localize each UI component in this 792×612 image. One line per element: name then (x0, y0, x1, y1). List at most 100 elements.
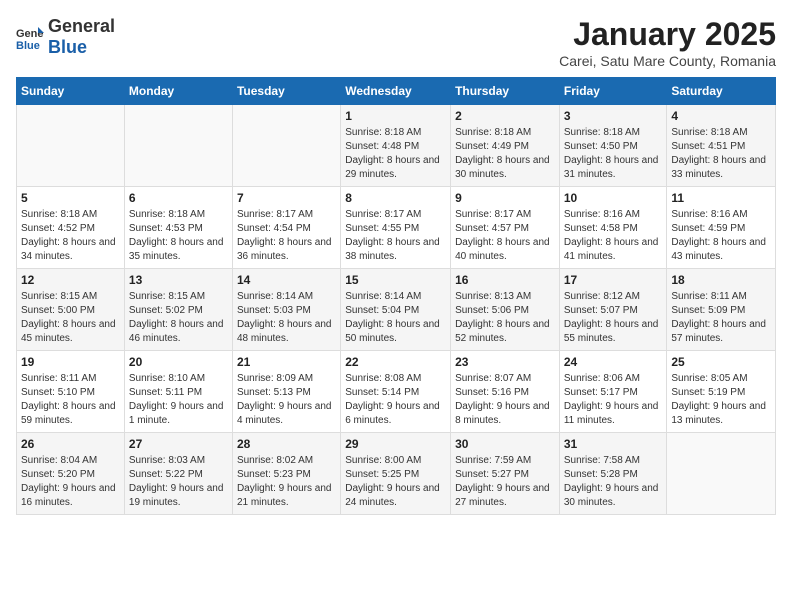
day-number: 2 (455, 109, 555, 123)
day-info: Sunrise: 8:17 AM Sunset: 4:57 PM Dayligh… (455, 208, 555, 264)
day-info: Sunrise: 8:05 AM Sunset: 5:19 PM Dayligh… (671, 372, 771, 428)
day-info: Sunrise: 8:12 AM Sunset: 5:07 PM Dayligh… (564, 290, 663, 346)
logo-blue: Blue (48, 37, 87, 57)
day-number: 30 (455, 437, 555, 451)
day-info: Sunrise: 8:18 AM Sunset: 4:53 PM Dayligh… (129, 208, 228, 264)
table-row: 25 Sunrise: 8:05 AM Sunset: 5:19 PM Dayl… (667, 351, 776, 433)
day-number: 1 (345, 109, 446, 123)
table-row: 3 Sunrise: 8:18 AM Sunset: 4:50 PM Dayli… (559, 105, 667, 187)
table-row (124, 105, 232, 187)
table-row: 23 Sunrise: 8:07 AM Sunset: 5:16 PM Dayl… (451, 351, 560, 433)
logo: General Blue General Blue (16, 16, 115, 58)
table-row: 5 Sunrise: 8:18 AM Sunset: 4:52 PM Dayli… (17, 187, 125, 269)
col-thursday: Thursday (451, 78, 560, 105)
day-number: 14 (237, 273, 336, 287)
day-info: Sunrise: 7:58 AM Sunset: 5:28 PM Dayligh… (564, 454, 663, 510)
day-number: 18 (671, 273, 771, 287)
day-number: 23 (455, 355, 555, 369)
day-number: 24 (564, 355, 663, 369)
table-row: 20 Sunrise: 8:10 AM Sunset: 5:11 PM Dayl… (124, 351, 232, 433)
day-info: Sunrise: 8:06 AM Sunset: 5:17 PM Dayligh… (564, 372, 663, 428)
table-row: 31 Sunrise: 7:58 AM Sunset: 5:28 PM Dayl… (559, 433, 667, 515)
day-number: 10 (564, 191, 663, 205)
col-sunday: Sunday (17, 78, 125, 105)
table-row: 15 Sunrise: 8:14 AM Sunset: 5:04 PM Dayl… (341, 269, 451, 351)
page-title: January 2025 (559, 16, 776, 53)
table-row: 30 Sunrise: 7:59 AM Sunset: 5:27 PM Dayl… (451, 433, 560, 515)
day-number: 11 (671, 191, 771, 205)
day-info: Sunrise: 7:59 AM Sunset: 5:27 PM Dayligh… (455, 454, 555, 510)
day-number: 19 (21, 355, 120, 369)
day-number: 20 (129, 355, 228, 369)
day-info: Sunrise: 8:17 AM Sunset: 4:55 PM Dayligh… (345, 208, 446, 264)
calendar-week-row: 5 Sunrise: 8:18 AM Sunset: 4:52 PM Dayli… (17, 187, 776, 269)
col-tuesday: Tuesday (232, 78, 340, 105)
col-friday: Friday (559, 78, 667, 105)
day-info: Sunrise: 8:13 AM Sunset: 5:06 PM Dayligh… (455, 290, 555, 346)
day-info: Sunrise: 8:16 AM Sunset: 4:59 PM Dayligh… (671, 208, 771, 264)
day-info: Sunrise: 8:14 AM Sunset: 5:04 PM Dayligh… (345, 290, 446, 346)
table-row: 4 Sunrise: 8:18 AM Sunset: 4:51 PM Dayli… (667, 105, 776, 187)
table-row: 10 Sunrise: 8:16 AM Sunset: 4:58 PM Dayl… (559, 187, 667, 269)
table-row: 11 Sunrise: 8:16 AM Sunset: 4:59 PM Dayl… (667, 187, 776, 269)
table-row: 14 Sunrise: 8:14 AM Sunset: 5:03 PM Dayl… (232, 269, 340, 351)
day-info: Sunrise: 8:15 AM Sunset: 5:02 PM Dayligh… (129, 290, 228, 346)
page-header: General Blue General Blue January 2025 C… (16, 16, 776, 69)
day-info: Sunrise: 8:16 AM Sunset: 4:58 PM Dayligh… (564, 208, 663, 264)
day-number: 9 (455, 191, 555, 205)
table-row: 24 Sunrise: 8:06 AM Sunset: 5:17 PM Dayl… (559, 351, 667, 433)
table-row: 26 Sunrise: 8:04 AM Sunset: 5:20 PM Dayl… (17, 433, 125, 515)
table-row (667, 433, 776, 515)
calendar-week-row: 26 Sunrise: 8:04 AM Sunset: 5:20 PM Dayl… (17, 433, 776, 515)
day-info: Sunrise: 8:18 AM Sunset: 4:48 PM Dayligh… (345, 126, 446, 182)
day-number: 12 (21, 273, 120, 287)
table-row (17, 105, 125, 187)
day-number: 15 (345, 273, 446, 287)
day-info: Sunrise: 8:07 AM Sunset: 5:16 PM Dayligh… (455, 372, 555, 428)
day-number: 5 (21, 191, 120, 205)
table-row: 2 Sunrise: 8:18 AM Sunset: 4:49 PM Dayli… (451, 105, 560, 187)
calendar-header-row: Sunday Monday Tuesday Wednesday Thursday… (17, 78, 776, 105)
day-number: 7 (237, 191, 336, 205)
day-info: Sunrise: 8:18 AM Sunset: 4:50 PM Dayligh… (564, 126, 663, 182)
logo-icon: General Blue (16, 23, 44, 51)
table-row: 18 Sunrise: 8:11 AM Sunset: 5:09 PM Dayl… (667, 269, 776, 351)
day-number: 21 (237, 355, 336, 369)
calendar-week-row: 1 Sunrise: 8:18 AM Sunset: 4:48 PM Dayli… (17, 105, 776, 187)
day-number: 8 (345, 191, 446, 205)
col-wednesday: Wednesday (341, 78, 451, 105)
table-row: 8 Sunrise: 8:17 AM Sunset: 4:55 PM Dayli… (341, 187, 451, 269)
day-number: 6 (129, 191, 228, 205)
day-number: 22 (345, 355, 446, 369)
calendar-week-row: 19 Sunrise: 8:11 AM Sunset: 5:10 PM Dayl… (17, 351, 776, 433)
day-number: 17 (564, 273, 663, 287)
day-number: 29 (345, 437, 446, 451)
table-row: 6 Sunrise: 8:18 AM Sunset: 4:53 PM Dayli… (124, 187, 232, 269)
table-row: 17 Sunrise: 8:12 AM Sunset: 5:07 PM Dayl… (559, 269, 667, 351)
day-info: Sunrise: 8:03 AM Sunset: 5:22 PM Dayligh… (129, 454, 228, 510)
table-row: 1 Sunrise: 8:18 AM Sunset: 4:48 PM Dayli… (341, 105, 451, 187)
day-info: Sunrise: 8:00 AM Sunset: 5:25 PM Dayligh… (345, 454, 446, 510)
day-info: Sunrise: 8:18 AM Sunset: 4:49 PM Dayligh… (455, 126, 555, 182)
day-info: Sunrise: 8:15 AM Sunset: 5:00 PM Dayligh… (21, 290, 120, 346)
day-info: Sunrise: 8:17 AM Sunset: 4:54 PM Dayligh… (237, 208, 336, 264)
day-info: Sunrise: 8:10 AM Sunset: 5:11 PM Dayligh… (129, 372, 228, 428)
day-info: Sunrise: 8:18 AM Sunset: 4:51 PM Dayligh… (671, 126, 771, 182)
day-number: 16 (455, 273, 555, 287)
day-number: 3 (564, 109, 663, 123)
table-row: 29 Sunrise: 8:00 AM Sunset: 5:25 PM Dayl… (341, 433, 451, 515)
table-row: 28 Sunrise: 8:02 AM Sunset: 5:23 PM Dayl… (232, 433, 340, 515)
table-row: 13 Sunrise: 8:15 AM Sunset: 5:02 PM Dayl… (124, 269, 232, 351)
day-info: Sunrise: 8:08 AM Sunset: 5:14 PM Dayligh… (345, 372, 446, 428)
table-row (232, 105, 340, 187)
table-row: 9 Sunrise: 8:17 AM Sunset: 4:57 PM Dayli… (451, 187, 560, 269)
calendar-table: Sunday Monday Tuesday Wednesday Thursday… (16, 77, 776, 515)
day-number: 25 (671, 355, 771, 369)
day-number: 13 (129, 273, 228, 287)
table-row: 16 Sunrise: 8:13 AM Sunset: 5:06 PM Dayl… (451, 269, 560, 351)
day-number: 4 (671, 109, 771, 123)
day-info: Sunrise: 8:11 AM Sunset: 5:10 PM Dayligh… (21, 372, 120, 428)
logo-general: General (48, 16, 115, 36)
day-info: Sunrise: 8:09 AM Sunset: 5:13 PM Dayligh… (237, 372, 336, 428)
day-info: Sunrise: 8:11 AM Sunset: 5:09 PM Dayligh… (671, 290, 771, 346)
